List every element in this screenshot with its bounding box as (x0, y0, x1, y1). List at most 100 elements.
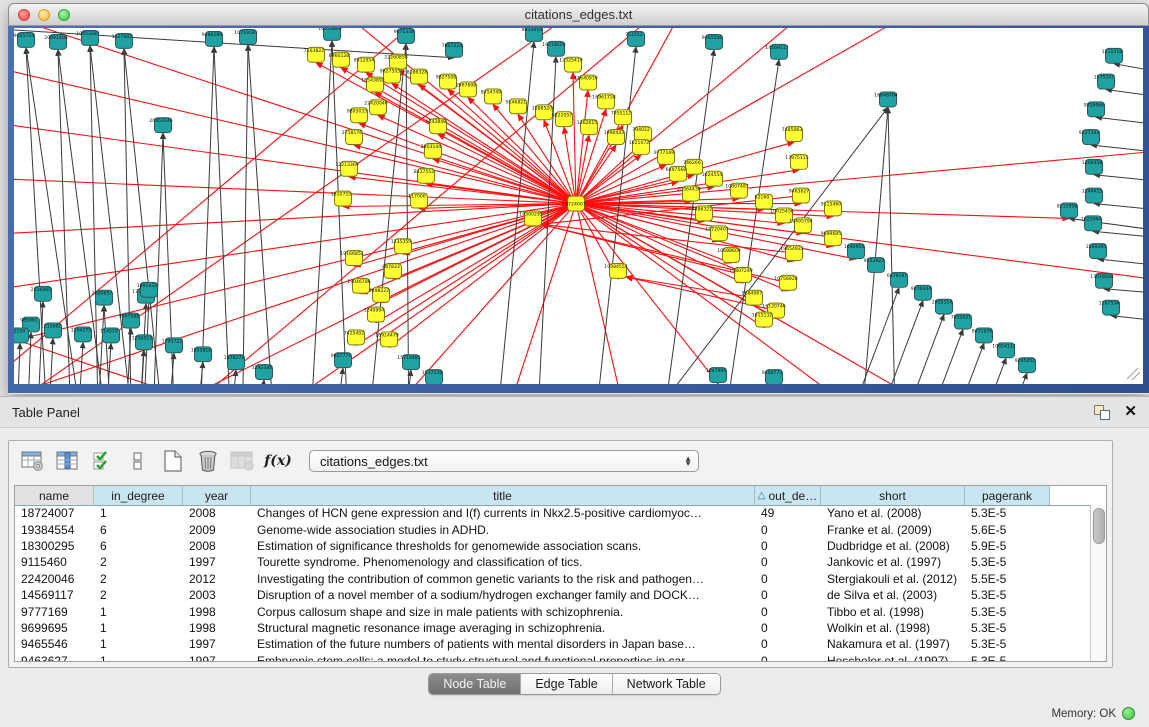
graph-node[interactable]: 12213369 (335, 161, 358, 176)
function-builder-icon[interactable]: f(x) (264, 448, 292, 474)
graph-node[interactable]: 1294275 (71, 327, 92, 342)
graph-node[interactable]: 1244415 (1082, 188, 1103, 203)
graph-node[interactable]: 9242848 (426, 119, 447, 134)
table-cell[interactable]: 0 (755, 654, 821, 661)
table-cell[interactable]: 6 (94, 523, 183, 537)
table-cell[interactable]: de Silva et al. (2003) (821, 588, 965, 602)
graph-node[interactable]: 9699695 (821, 231, 842, 246)
table-cell[interactable]: 0 (755, 555, 821, 569)
graph-node[interactable]: 33159 (14, 328, 29, 343)
canvas-resize-grip[interactable] (1127, 368, 1140, 380)
table-cell[interactable]: Disruption of a novel member of a sodium… (251, 588, 755, 602)
table-cell[interactable]: 0 (755, 588, 821, 602)
graph-node[interactable]: 1810755 (331, 191, 352, 206)
table-row[interactable]: 969969511998Structural magnetic resonanc… (15, 620, 1090, 636)
table-cell[interactable]: 2009 (183, 523, 251, 537)
column-header-in_degree[interactable]: in_degree (94, 486, 183, 505)
table-cell[interactable]: 0 (755, 572, 821, 586)
graph-node[interactable]: 1640954 (844, 244, 865, 259)
table-cell[interactable]: 2012 (183, 572, 251, 586)
table-cell[interactable]: 5.3E-5 (965, 555, 1050, 569)
graph-node[interactable]: 1990443 (604, 130, 625, 145)
minimize-window-button[interactable] (38, 9, 50, 21)
graph-node[interactable]: 1615132 (752, 312, 773, 327)
graph-node[interactable]: 9146821 (506, 99, 527, 114)
graph-node[interactable]: 10756928 (774, 275, 797, 290)
table-cell[interactable]: 22420046 (15, 572, 94, 586)
graph-node[interactable]: 2803144 (421, 144, 442, 159)
table-cell[interactable]: 5.3E-5 (965, 506, 1050, 520)
table-cell[interactable]: Investigating the contribution of common… (251, 572, 755, 586)
graph-node[interactable]: 7955112 (611, 110, 632, 125)
table-row[interactable]: 946362711997Embryonic stem cells: a mode… (15, 653, 1090, 661)
table-cell[interactable]: 9463627 (15, 654, 94, 661)
graph-node[interactable]: 15807249 (729, 267, 752, 282)
graph-node[interactable]: 2718176 (342, 130, 363, 145)
table-cell[interactable]: Wolkin et al. (1998) (821, 621, 965, 635)
table-cell[interactable]: 2008 (183, 506, 251, 520)
graph-node[interactable]: 1235359 (391, 239, 412, 254)
graph-node[interactable]: 17016504 (1090, 273, 1113, 288)
scrollbar-thumb[interactable] (1093, 508, 1105, 544)
graph-node[interactable]: 19218506 (542, 41, 565, 56)
graph-node[interactable]: 1292346 (252, 365, 273, 380)
table-cell[interactable]: Hescheler et al. (1997) (821, 654, 965, 661)
graph-node[interactable]: 1537228 (422, 370, 443, 384)
graph-node[interactable]: 16648784 (874, 92, 897, 107)
table-cell[interactable]: 18724007 (15, 506, 94, 520)
graph-node[interactable]: 16914479 (375, 332, 398, 347)
graph-node[interactable]: 19384554 (604, 264, 627, 279)
table-row[interactable]: 1830029562008Estimation of significance … (15, 538, 1090, 554)
graph-node[interactable]: 17975115 (785, 154, 808, 169)
graph-node[interactable]: 9245052 (1015, 358, 1036, 373)
graph-node[interactable]: 1795722 (162, 338, 183, 353)
graph-node[interactable]: 6497568 (666, 166, 687, 181)
table-cell[interactable]: 2003 (183, 588, 251, 602)
table-cell[interactable]: 9777169 (15, 605, 94, 619)
table-cell[interactable]: 1 (94, 605, 183, 619)
table-cell[interactable]: 2008 (183, 539, 251, 553)
table-row[interactable]: 2242004622012Investigating the contribut… (15, 571, 1090, 587)
table-cell[interactable]: 19384554 (15, 523, 94, 537)
table-row[interactable]: 911546021997Tourette syndrome. Phenomeno… (15, 554, 1090, 570)
network-canvas[interactable]: 1872400793557242069140610653287152760294… (14, 28, 1143, 384)
graph-node[interactable]: 9827508 (436, 74, 457, 89)
graph-node[interactable]: 9671338 (394, 28, 415, 43)
table-cell[interactable]: 2 (94, 572, 183, 586)
graph-node[interactable]: 7857224 (442, 42, 463, 57)
table-cell[interactable]: 6 (94, 539, 183, 553)
graph-node[interactable]: 9450773 (762, 370, 783, 384)
tab-network-table[interactable]: Network Table (613, 674, 720, 694)
table-cell[interactable]: 2 (94, 555, 183, 569)
table-row[interactable]: 1938455462009Genome-wide association stu… (15, 521, 1090, 537)
graph-node[interactable]: 62160 (755, 194, 773, 209)
table-cell[interactable]: Stergiakouli et al. (2012) (821, 572, 965, 586)
table-cell[interactable]: 5.5E-5 (965, 572, 1050, 586)
tab-node-table[interactable]: Node Table (429, 674, 521, 694)
column-header-short[interactable]: short (821, 486, 965, 505)
graph-node[interactable]: 10719181 (234, 29, 257, 44)
select-column-icon[interactable] (54, 448, 82, 474)
table-cell[interactable]: 49 (755, 506, 821, 520)
graph-node[interactable]: 8960128 (329, 52, 350, 67)
graph-node[interactable]: 1047995 (706, 368, 727, 383)
graph-node[interactable]: 10654112 (992, 343, 1015, 358)
graph-node[interactable]: 16053809 (318, 28, 341, 40)
graph-node[interactable]: 1209358 (1082, 159, 1103, 174)
graph-node[interactable]: 15716485 (397, 355, 420, 370)
graph-node[interactable]: 1527602 (112, 33, 133, 48)
graph-node[interactable]: 1588520 (532, 105, 553, 120)
column-header-pagerank[interactable]: pagerank (965, 486, 1050, 505)
graph-node[interactable]: 1250513 (132, 335, 153, 350)
float-panel-icon[interactable] (1094, 405, 1110, 419)
table-cell[interactable]: Genome-wide association studies in ADHD. (251, 523, 755, 537)
table-cell[interactable]: Dudbridge et al. (2008) (821, 539, 965, 553)
graph-node[interactable]: 16961758 (592, 94, 615, 109)
graph-node[interactable]: 1678273 (224, 355, 245, 370)
graph-node[interactable]: 2516065 (31, 286, 52, 301)
table-cell[interactable]: Estimation of the future numbers of pati… (251, 637, 755, 651)
delete-column-icon[interactable] (194, 448, 222, 474)
graph-node[interactable]: 7163822 (304, 47, 325, 62)
graph-node[interactable]: 1621064 (1081, 216, 1102, 231)
graph-node[interactable]: 6822057 (552, 112, 573, 127)
